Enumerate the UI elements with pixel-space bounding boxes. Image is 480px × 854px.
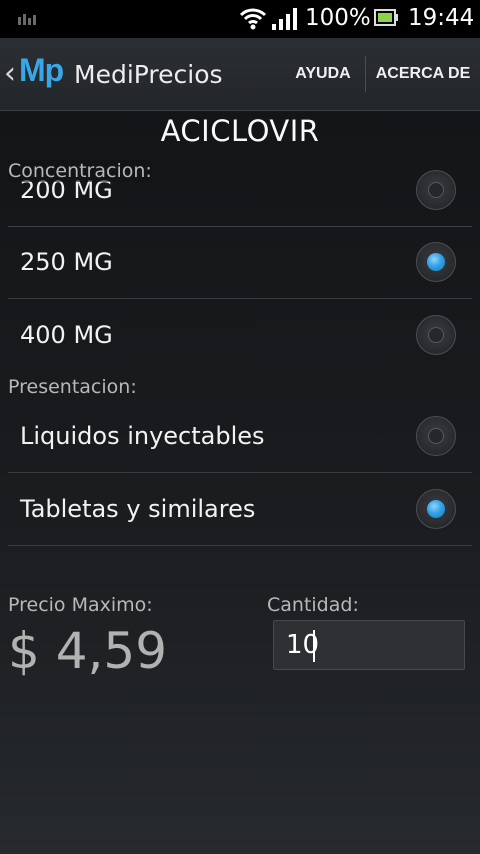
action-bar: ‹ Mp MediPrecios AYUDA ACERCA DE: [0, 38, 480, 111]
status-bar: 100% 19:44: [0, 0, 480, 38]
back-chevron-icon[interactable]: ‹: [4, 56, 16, 91]
drug-name-heading: ACICLOVIR: [160, 114, 320, 148]
radio-ring: [428, 182, 444, 198]
text-cursor: [313, 630, 315, 662]
radio-button-checked[interactable]: [416, 242, 456, 282]
wifi-icon: [240, 8, 266, 30]
app-title: MediPrecios: [74, 60, 223, 89]
option-label: Liquidos inyectables: [20, 422, 265, 450]
radio-button-unchecked[interactable]: [416, 315, 456, 355]
app-logo[interactable]: Mp: [19, 52, 64, 89]
battery-percent: 100%: [305, 5, 371, 31]
presentacion-option-liquidos[interactable]: Liquidos inyectables: [8, 400, 472, 473]
presentacion-option-tabletas[interactable]: Tabletas y similares: [8, 473, 472, 546]
concentracion-label: Concentracion:: [8, 160, 152, 182]
option-label: 400 MG: [20, 321, 113, 349]
radio-ring: [428, 428, 444, 444]
presentacion-label: Presentacion:: [8, 376, 137, 398]
radio-button-unchecked[interactable]: [416, 416, 456, 456]
radio-button-unchecked[interactable]: [416, 170, 456, 210]
option-label: 250 MG: [20, 248, 113, 276]
precio-maximo-label: Precio Maximo:: [8, 594, 153, 616]
option-label: Tabletas y similares: [20, 495, 256, 523]
acerca-de-button[interactable]: ACERCA DE: [366, 38, 480, 110]
concentracion-option-250[interactable]: 250 MG: [8, 226, 472, 299]
clock: 19:44: [408, 5, 475, 31]
cantidad-label: Cantidad:: [267, 594, 359, 616]
concentracion-option-400[interactable]: 400 MG: [8, 299, 472, 371]
options-list[interactable]: 200 MG Concentracion: 250 MG 400 MG Pres…: [0, 160, 480, 546]
radio-selected-dot: [427, 253, 445, 271]
precio-maximo-value: $ 4,59: [8, 622, 168, 680]
radio-ring: [428, 327, 444, 343]
battery-icon: [374, 9, 398, 26]
notification-icon: [18, 14, 36, 25]
radio-button-checked[interactable]: [416, 489, 456, 529]
ayuda-button[interactable]: AYUDA: [282, 38, 364, 110]
radio-selected-dot: [427, 500, 445, 518]
signal-icon: [272, 8, 297, 30]
cantidad-input[interactable]: [273, 620, 465, 670]
